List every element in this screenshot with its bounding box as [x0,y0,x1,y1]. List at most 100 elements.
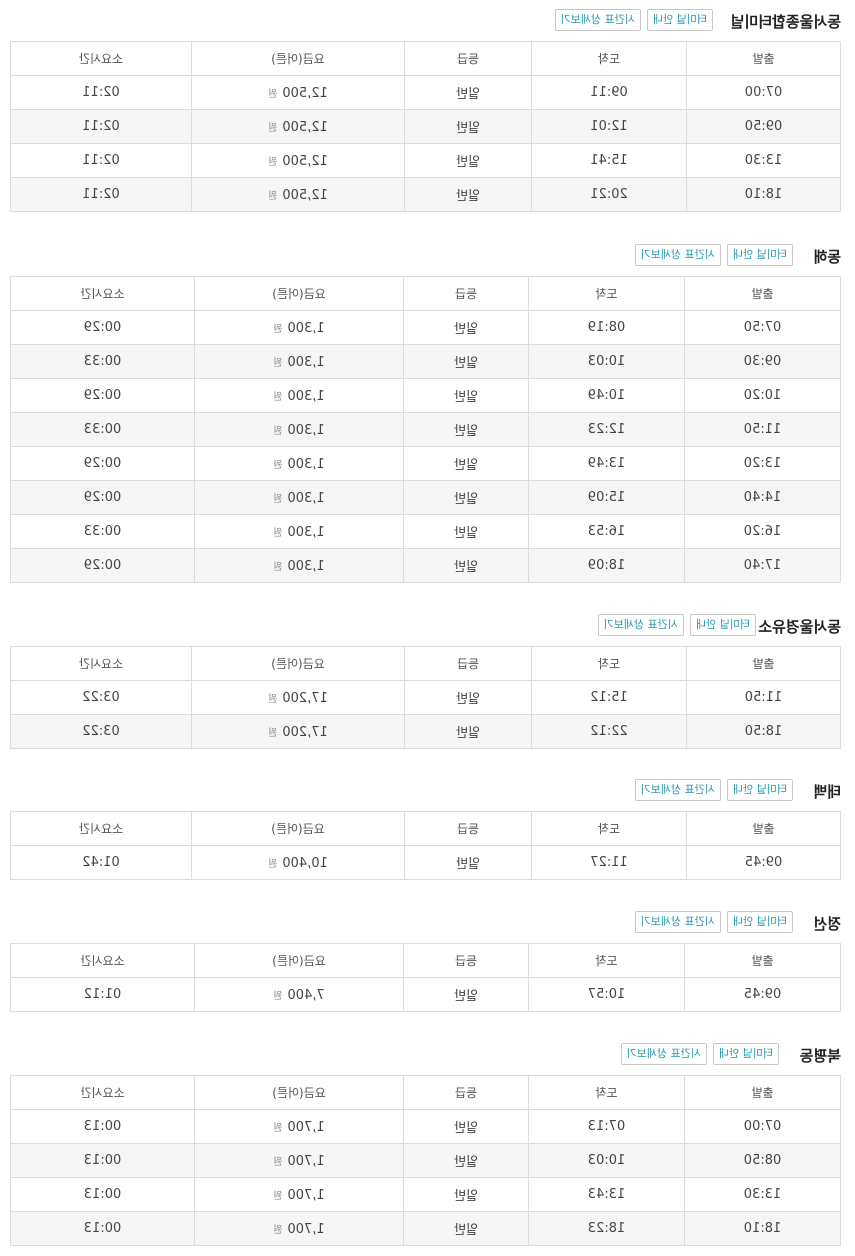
fare: 12,500 원 [191,177,405,212]
departure-time: 17:40 [684,548,841,583]
arrival-time: 09:11 [531,75,687,110]
fare-unit: 원 [273,561,283,573]
departure-time: 07:00 [686,75,841,110]
col-fare: 요금(어른) [194,276,404,311]
arrival-time: 10:57 [528,977,685,1012]
table-row: 13:30 13:43 일반 1,700 원 00:13 [10,1177,841,1212]
table-row: 07:50 08:19 일반 1,300 원 00:29 [10,310,841,345]
departure-time: 18:10 [684,1211,841,1246]
section-buttons: 터미널 안내 시간표 상세보기 [634,244,793,266]
arrival-time: 13:49 [528,446,685,481]
col-fare: 요금(어른) [194,1075,404,1110]
fare-unit: 원 [273,1122,283,1134]
col-duration: 소요시간 [10,646,192,681]
table-header-row: 출발 도착 등급 요금(어른) 소요시간 [10,1075,841,1110]
col-grade: 등급 [404,646,532,681]
table-row: 08:50 10:03 일반 1,700 원 00:13 [10,1143,841,1178]
terminal-title: 정선 [813,915,841,933]
terminal-info-button[interactable]: 터미널 안내 [646,9,713,31]
table-row: 11:50 12:23 일반 1,300 원 00:33 [10,412,841,447]
fare-unit: 원 [273,459,283,471]
grade: 일반 [403,977,529,1012]
duration: 03:22 [10,680,192,715]
grade: 일반 [403,378,529,413]
fare-unit: 원 [273,357,283,369]
arrival-time: 10:03 [528,344,685,379]
table-row: 07:00 09:11 일반 12,500 원 02:11 [10,75,841,110]
departure-time: 10:20 [684,378,841,413]
departure-time: 13:30 [684,1177,841,1212]
terminal-info-button[interactable]: 터미널 안내 [726,244,793,266]
timetable: 출발 도착 등급 요금(어른) 소요시간 09:45 11:27 일반 10,4… [10,811,841,880]
col-fare: 요금(어른) [191,811,405,846]
table-row: 17:40 18:09 일반 1,300 원 00:29 [10,548,841,583]
fare-unit: 원 [268,858,278,870]
fare-amount: 10,400 [282,855,328,871]
fare-amount: 7,400 [287,987,325,1003]
duration: 00:13 [10,1109,195,1144]
fare-amount: 1,300 [287,490,325,506]
arrival-time: 07:13 [528,1109,685,1144]
terminal-section: 북평동 터미널 안내 시간표 상세보기 출발 도착 등급 요금(어른) 소요시간… [10,1043,841,1246]
col-arrival: 도착 [531,41,687,76]
timetable-container: 동서울종합터미널 터미널 안내 시간표 상세보기 출발 도착 등급 요금(어른)… [0,0,855,1256]
terminal-section: 동서울종합터미널 터미널 안내 시간표 상세보기 출발 도착 등급 요금(어른)… [10,9,841,212]
grade: 일반 [404,680,532,715]
fare-unit: 원 [273,425,283,437]
schedule-detail-button[interactable]: 시간표 상세보기 [634,911,721,933]
fare: 1,300 원 [194,310,404,345]
terminal-info-button[interactable]: 터미널 안내 [726,779,793,801]
schedule-detail-button[interactable]: 시간표 상세보기 [634,779,721,801]
col-departure: 출발 [684,1075,841,1110]
col-departure: 출발 [686,646,841,681]
schedule-detail-button[interactable]: 시간표 상세보기 [597,614,684,636]
table-row: 18:50 22:12 일반 17,200 원 03:22 [10,714,841,749]
table-row: 09:45 11:27 일반 10,400 원 01:42 [10,845,841,880]
fare-amount: 1,700 [287,1153,325,1169]
section-header: 태백 터미널 안내 시간표 상세보기 [11,779,841,803]
fare-unit: 원 [273,1224,283,1236]
fare: 7,400 원 [194,977,404,1012]
section-header: 동서울종합터미널 터미널 안내 시간표 상세보기 [11,9,841,33]
table-header-row: 출발 도착 등급 요금(어른) 소요시간 [10,41,841,76]
schedule-detail-button[interactable]: 시간표 상세보기 [554,9,641,31]
col-duration: 소요시간 [10,943,195,978]
col-duration: 소요시간 [10,1075,195,1110]
departure-time: 09:30 [684,344,841,379]
table-row: 14:40 15:09 일반 1,300 원 00:29 [10,480,841,515]
fare: 1,300 원 [194,480,404,515]
fare-unit: 원 [268,727,278,739]
col-arrival: 도착 [528,943,685,978]
duration: 00:33 [10,514,195,549]
grade: 일반 [403,1143,529,1178]
fare-amount: 1,700 [287,1221,325,1237]
arrival-time: 18:23 [528,1211,685,1246]
fare: 17,200 원 [191,714,405,749]
arrival-time: 10:49 [528,378,685,413]
section-header: 동해 터미널 안내 시간표 상세보기 [11,244,841,268]
schedule-detail-button[interactable]: 시간표 상세보기 [634,244,721,266]
fare-amount: 17,200 [282,690,328,706]
fare-unit: 원 [273,493,283,505]
terminal-section: 태백 터미널 안내 시간표 상세보기 출발 도착 등급 요금(어른) 소요시간 … [10,779,841,880]
terminal-info-button[interactable]: 터미널 안내 [712,1043,779,1065]
duration: 02:11 [10,109,192,144]
departure-time: 11:50 [684,412,841,447]
duration: 00:33 [10,344,195,379]
terminal-info-button[interactable]: 터미널 안내 [726,911,793,933]
timetable: 출발 도착 등급 요금(어른) 소요시간 07:00 09:11 일반 12,5… [10,41,841,212]
duration: 00:13 [10,1177,195,1212]
terminal-info-button[interactable]: 터미널 안내 [689,614,756,636]
grade: 일반 [403,548,529,583]
table-header-row: 출발 도착 등급 요금(어른) 소요시간 [10,646,841,681]
col-fare: 요금(어른) [191,41,405,76]
terminal-title: 태백 [813,783,841,801]
fare: 12,500 원 [191,143,405,178]
table-row: 11:50 15:12 일반 17,200 원 03:22 [10,680,841,715]
section-buttons: 터미널 안내 시간표 상세보기 [597,614,756,636]
col-arrival: 도착 [528,1075,685,1110]
departure-time: 07:50 [684,310,841,345]
duration: 00:29 [10,310,195,345]
schedule-detail-button[interactable]: 시간표 상세보기 [620,1043,707,1065]
section-buttons: 터미널 안내 시간표 상세보기 [620,1043,779,1065]
